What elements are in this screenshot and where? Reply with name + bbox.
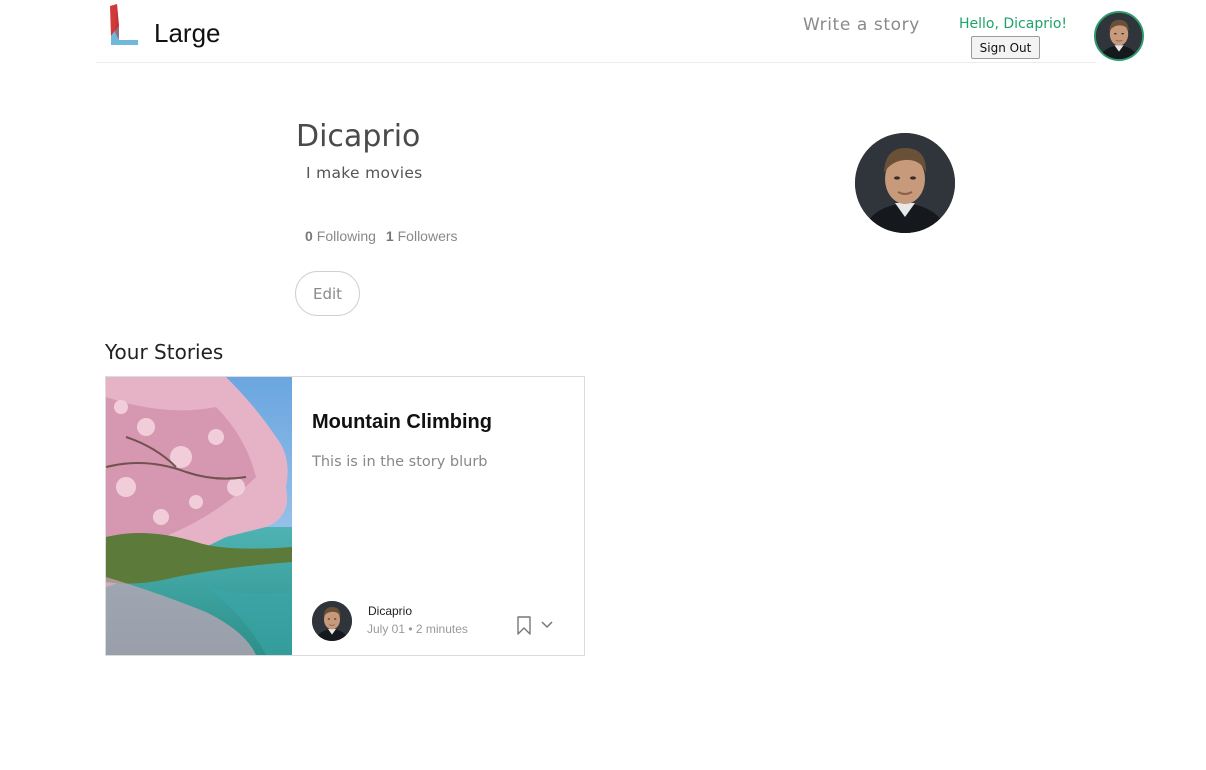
bookmark-icon[interactable] [516, 616, 532, 636]
sign-out-button[interactable]: Sign Out [971, 36, 1040, 59]
brand-name[interactable]: Large [154, 17, 221, 49]
profile-avatar [855, 133, 955, 233]
avatar-portrait [855, 133, 955, 233]
avatar-portrait [1096, 13, 1142, 59]
edit-profile-button[interactable]: Edit [295, 271, 360, 316]
write-story-link[interactable]: Write a story [803, 13, 920, 37]
story-cover-image [106, 377, 292, 655]
following-count: 0 [305, 228, 313, 244]
follow-stats: 0 Following 1 Followers [305, 227, 458, 245]
story-blurb: This is in the story blurb [312, 454, 488, 470]
logo-icon[interactable] [107, 4, 141, 46]
avatar[interactable] [1094, 11, 1144, 61]
avatar-portrait [312, 601, 352, 641]
story-title[interactable]: Mountain Climbing [312, 409, 492, 435]
cherry-blossom-image [106, 377, 292, 655]
avatar[interactable] [312, 601, 352, 641]
profile-name: Dicaprio [296, 119, 421, 154]
profile-bio: I make movies [306, 164, 423, 182]
story-card[interactable]: Mountain Climbing This is in the story b… [105, 376, 585, 656]
chevron-down-icon[interactable] [540, 620, 554, 630]
followers-label: Followers [397, 228, 458, 244]
followers-count: 1 [385, 228, 394, 244]
greeting-text: Hello, Dicaprio! [959, 16, 1068, 32]
following-label: Following [316, 228, 376, 244]
followers-link[interactable]: 1 Followers [386, 228, 458, 244]
header-divider [96, 62, 1096, 63]
story-meta: July 01 • 2 minutes [367, 622, 468, 636]
story-author[interactable]: Dicaprio [368, 604, 412, 618]
section-heading: Your Stories [105, 340, 224, 364]
following-link[interactable]: 0 Following [305, 228, 376, 244]
